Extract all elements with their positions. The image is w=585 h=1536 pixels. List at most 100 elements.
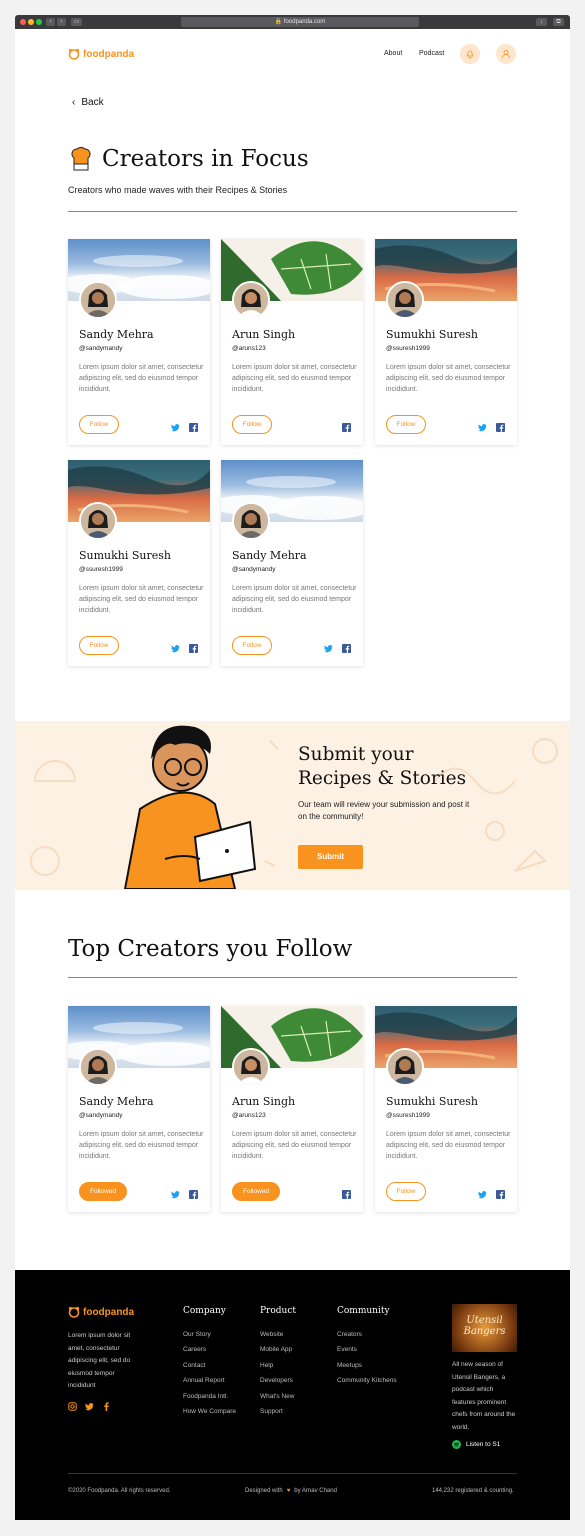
creator-name[interactable]: Sandy Mehra xyxy=(79,328,154,341)
twitter-icon[interactable] xyxy=(171,419,180,432)
creator-card[interactable]: Arun Singh @aruns123 Lorem ipsum dolor sit… xyxy=(221,239,363,445)
follow-button[interactable]: Follow xyxy=(232,636,272,655)
back-button[interactable]: ‹ Back xyxy=(72,97,104,108)
facebook-icon[interactable] xyxy=(102,1402,111,1411)
browser-back-icon[interactable]: ‹ xyxy=(46,18,55,26)
avatar[interactable] xyxy=(79,1048,117,1086)
footer-link[interactable]: Mobile App xyxy=(260,1346,292,1353)
creator-card[interactable]: Arun Singh @aruns123 Lorem ipsum dolor sit… xyxy=(221,1006,363,1212)
footer-link[interactable]: What's New xyxy=(260,1393,294,1400)
footer-link[interactable]: Support xyxy=(260,1408,283,1415)
nav-podcast[interactable]: Podcast xyxy=(419,50,444,57)
maximize-window-dot[interactable] xyxy=(36,19,42,25)
facebook-icon[interactable] xyxy=(342,419,351,432)
avatar[interactable] xyxy=(232,502,270,540)
footer-link[interactable]: Help xyxy=(260,1362,273,1369)
avatar[interactable] xyxy=(386,281,424,319)
creator-name[interactable]: Sandy Mehra xyxy=(232,549,307,562)
listen-label: Listen to S1 xyxy=(466,1441,501,1448)
creator-card[interactable]: Sandy Mehra @sandymandy Lorem ipsum dolor … xyxy=(221,460,363,666)
bell-icon xyxy=(466,50,474,59)
listen-link[interactable]: Listen to S1 xyxy=(452,1440,500,1449)
creator-card[interactable]: Sandy Mehra @sandymandy Lorem ipsum dolor … xyxy=(68,1006,210,1212)
page: foodpanda About Podcast ‹ Back Creators … xyxy=(15,29,570,1520)
facebook-icon[interactable] xyxy=(189,419,198,432)
browser-forward-icon[interactable]: › xyxy=(57,18,66,26)
facebook-icon[interactable] xyxy=(342,640,351,653)
creator-handle: @ssuresh1999 xyxy=(386,345,430,352)
avatar[interactable] xyxy=(386,1048,424,1086)
footer-brand-name: foodpanda xyxy=(83,1306,135,1318)
footer-link[interactable]: Careers xyxy=(183,1346,206,1353)
sidebar-toggle-icon[interactable]: ▭ xyxy=(71,18,82,26)
chevron-left-icon: ‹ xyxy=(72,97,76,108)
avatar[interactable] xyxy=(79,281,117,319)
footer-link[interactable]: Community Kitchens xyxy=(337,1377,397,1384)
avatar[interactable] xyxy=(232,281,270,319)
footer-link[interactable]: Contact xyxy=(183,1362,205,1369)
footer-community-heading: Community xyxy=(337,1306,390,1316)
designed-suffix[interactable]: by Arnav Chand xyxy=(294,1488,337,1494)
follow-button[interactable]: Follow xyxy=(232,415,272,434)
footer-product-heading: Product xyxy=(260,1306,296,1316)
follow-button[interactable]: Follow xyxy=(386,1182,426,1201)
creator-card[interactable]: Sumukhi Suresh @ssuresh1999 Lorem ipsum do… xyxy=(375,239,517,445)
footer-link[interactable]: Creators xyxy=(337,1331,362,1338)
url-bar[interactable]: 🔒 foodpanda.com xyxy=(181,17,419,27)
creator-name[interactable]: Arun Singh xyxy=(232,328,295,341)
podcast-cover[interactable]: Utensil Bangers xyxy=(452,1304,517,1352)
footer-about: Lorem ipsum dolor sit amet, consectetur … xyxy=(68,1332,131,1389)
creator-card[interactable]: Sumukhi Suresh @ssuresh1999 Lorem ipsum do… xyxy=(375,1006,517,1212)
creator-name[interactable]: Sumukhi Suresh xyxy=(79,549,171,562)
download-icon[interactable]: ↓ xyxy=(536,18,547,26)
creator-handle: @aruns123 xyxy=(232,1112,266,1119)
profile-button[interactable] xyxy=(496,44,516,64)
footer-link[interactable]: Events xyxy=(337,1346,357,1353)
facebook-icon[interactable] xyxy=(189,640,198,653)
twitter-icon[interactable] xyxy=(324,640,333,653)
follow-button[interactable]: Follow xyxy=(79,636,119,655)
avatar[interactable] xyxy=(232,1048,270,1086)
follow-button[interactable]: Followed xyxy=(232,1182,280,1201)
footer-link[interactable]: How We Compare xyxy=(183,1408,236,1415)
creator-name[interactable]: Arun Singh xyxy=(232,1095,295,1108)
tabs-icon[interactable]: ⧉ xyxy=(553,18,564,26)
submit-title-line2: Recipes & Stories xyxy=(298,768,467,789)
follow-button[interactable]: Follow xyxy=(386,415,426,434)
notifications-button[interactable] xyxy=(460,44,480,64)
creator-name[interactable]: Sumukhi Suresh xyxy=(386,328,478,341)
nav-about[interactable]: About xyxy=(384,50,402,57)
follow-button[interactable]: Follow xyxy=(79,415,119,434)
creator-card[interactable]: Sandy Mehra @sandymandy Lorem ipsum dolor … xyxy=(68,239,210,445)
footer-link[interactable]: Developers xyxy=(260,1377,293,1384)
footer-link[interactable]: Foodpanda Intl. xyxy=(183,1393,228,1400)
creator-name[interactable]: Sumukhi Suresh xyxy=(386,1095,478,1108)
footer-link[interactable]: Website xyxy=(260,1331,283,1338)
facebook-icon[interactable] xyxy=(496,1186,505,1199)
footer-link[interactable]: Meetups xyxy=(337,1362,362,1369)
creator-card[interactable]: Sumukhi Suresh @ssuresh1999 Lorem ipsum do… xyxy=(68,460,210,666)
submit-button[interactable]: Submit xyxy=(298,845,363,869)
brand-logo[interactable]: foodpanda xyxy=(68,48,134,60)
twitter-icon[interactable] xyxy=(478,1186,487,1199)
spotify-icon xyxy=(452,1440,461,1449)
facebook-icon[interactable] xyxy=(496,419,505,432)
instagram-icon[interactable] xyxy=(68,1402,77,1411)
creator-handle: @ssuresh1999 xyxy=(79,566,123,573)
minimize-window-dot[interactable] xyxy=(28,19,34,25)
close-window-dot[interactable] xyxy=(20,19,26,25)
footer-link[interactable]: Annual Report xyxy=(183,1377,225,1384)
creator-name[interactable]: Sandy Mehra xyxy=(79,1095,154,1108)
avatar[interactable] xyxy=(79,502,117,540)
facebook-icon[interactable] xyxy=(189,1186,198,1199)
creator-description: Lorem ipsum dolor sit amet, consectetur … xyxy=(79,585,204,614)
follow-button[interactable]: Followed xyxy=(79,1182,127,1201)
twitter-icon[interactable] xyxy=(171,640,180,653)
twitter-icon[interactable] xyxy=(85,1402,94,1411)
twitter-icon[interactable] xyxy=(171,1186,180,1199)
panda-logo-icon xyxy=(68,48,80,60)
twitter-icon[interactable] xyxy=(478,419,487,432)
footer-link[interactable]: Our Story xyxy=(183,1331,211,1338)
facebook-icon[interactable] xyxy=(342,1186,351,1199)
footer-brand-logo[interactable]: foodpanda xyxy=(68,1306,134,1318)
